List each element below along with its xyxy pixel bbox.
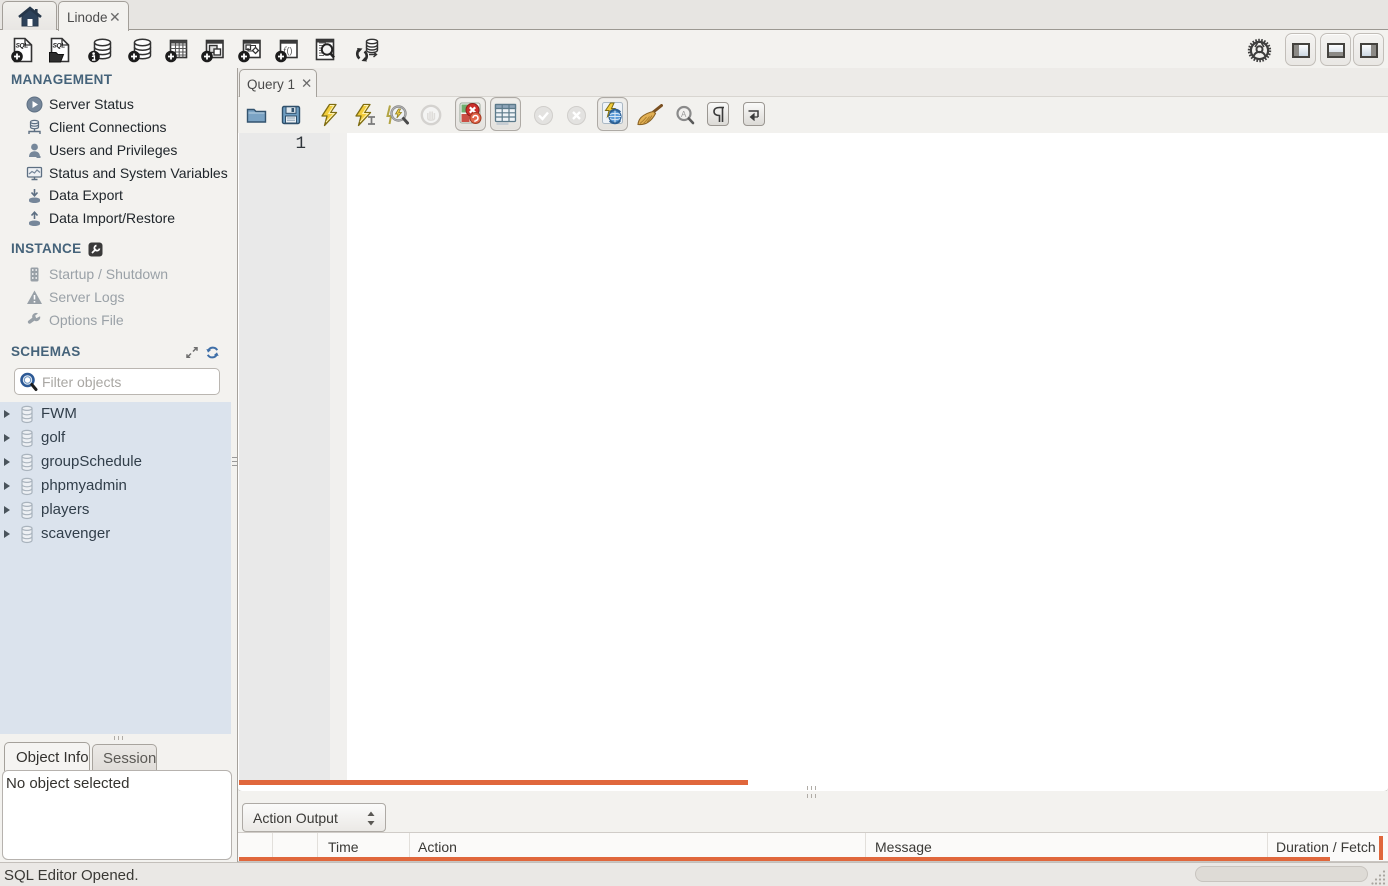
svg-text:SQL: SQL	[53, 43, 66, 50]
svg-text:SQL: SQL	[16, 43, 29, 50]
svg-text:(): ()	[287, 46, 293, 56]
svg-text:A: A	[681, 110, 687, 119]
